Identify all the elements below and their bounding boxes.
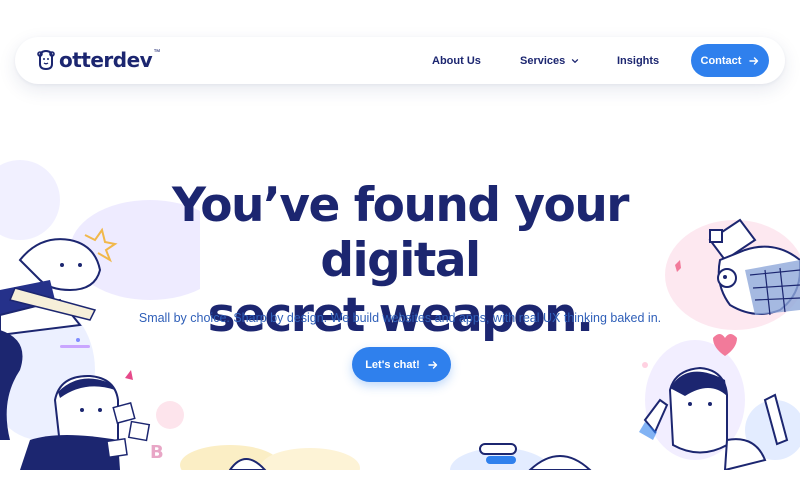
nav-link-label: About Us bbox=[432, 54, 481, 67]
brand-logo[interactable]: otterdev ™ bbox=[36, 49, 160, 71]
hero-title-line-1: You’ve found your digital bbox=[172, 178, 629, 288]
otter-head-icon bbox=[37, 49, 55, 71]
nav-link-services[interactable]: Services bbox=[520, 37, 579, 84]
main-navbar: otterdev ™ About Us Services Insights Co… bbox=[15, 37, 785, 84]
nav-link-label: Insights bbox=[617, 54, 660, 67]
hero-subtitle: Small by choice. Sharp by design. We bui… bbox=[138, 311, 662, 325]
bottom-decoration bbox=[180, 443, 592, 470]
contact-button-label: Contact bbox=[700, 54, 742, 67]
trademark-symbol: ™ bbox=[153, 49, 161, 56]
brand-name: otterdev bbox=[59, 48, 153, 72]
arrow-right-icon bbox=[428, 360, 437, 369]
nav-link-label: Services bbox=[520, 54, 566, 67]
svg-text:B: B bbox=[150, 442, 164, 463]
lets-chat-button-label: Let's chat! bbox=[365, 358, 420, 371]
contact-button[interactable]: Contact bbox=[691, 44, 769, 77]
nav-link-about-us[interactable]: About Us bbox=[432, 37, 481, 84]
lets-chat-button[interactable]: Let's chat! bbox=[352, 347, 451, 382]
chevron-down-icon bbox=[572, 58, 579, 63]
nav-link-insights[interactable]: Insights bbox=[617, 37, 659, 84]
arrow-right-icon bbox=[749, 56, 759, 65]
